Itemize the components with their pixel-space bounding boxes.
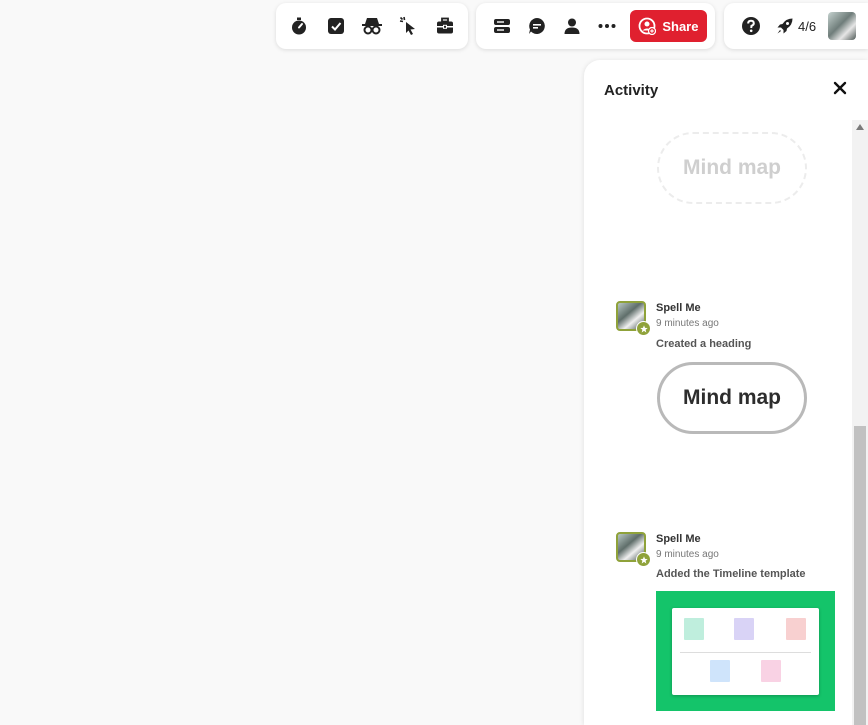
heading-preview-text: Mind map	[683, 156, 781, 179]
more-icon[interactable]	[593, 11, 622, 41]
timeline-card	[734, 618, 754, 640]
template-thumbnail[interactable]	[656, 591, 835, 711]
collaboration-toolbar: Share	[476, 3, 715, 49]
share-label: Share	[662, 18, 699, 34]
star-badge-icon	[636, 321, 651, 336]
cursor-click-icon[interactable]	[394, 11, 424, 41]
help-icon[interactable]	[736, 11, 766, 41]
panel-title: Activity	[604, 82, 659, 99]
heading-preview-faded: Mind map	[657, 132, 807, 204]
timeline-card	[684, 618, 704, 640]
progress-text: 4/6	[798, 18, 817, 34]
spy-icon[interactable]	[357, 11, 387, 41]
user-avatar[interactable]	[828, 12, 857, 40]
timeline-axis	[680, 652, 811, 653]
heading-preview[interactable]: Mind map	[657, 362, 807, 434]
scrollbar-thumb[interactable]	[854, 426, 866, 725]
activity-timestamp: 9 minutes ago	[656, 549, 719, 560]
rocket-icon	[777, 18, 793, 34]
checkbox-icon[interactable]	[321, 11, 351, 41]
timeline-card	[786, 618, 806, 640]
timeline-card	[710, 660, 730, 682]
close-icon[interactable]	[832, 80, 848, 96]
timeline-template-preview	[672, 608, 819, 695]
onboarding-progress[interactable]: 4/6	[776, 17, 816, 35]
scroll-up-arrow[interactable]	[856, 124, 864, 130]
activity-description: Created a heading	[656, 338, 752, 350]
timeline-card	[761, 660, 781, 682]
activity-user-name: Spell Me	[656, 533, 701, 545]
timer-icon[interactable]	[284, 11, 314, 41]
toolbox-icon[interactable]	[430, 11, 460, 41]
comment-icon[interactable]	[523, 11, 552, 41]
star-badge-icon	[636, 552, 651, 567]
activity-timestamp: 9 minutes ago	[656, 318, 719, 329]
share-button[interactable]: Share	[629, 10, 708, 42]
help-toolbar: 4/6	[724, 3, 868, 49]
cards-icon[interactable]	[488, 11, 517, 41]
tools-toolbar	[276, 3, 468, 49]
person-icon[interactable]	[558, 11, 587, 41]
activity-user-name: Spell Me	[656, 302, 701, 314]
heading-preview-text: Mind map	[683, 386, 781, 409]
add-user-icon	[638, 17, 657, 35]
activity-description: Added the Timeline template	[656, 568, 806, 580]
